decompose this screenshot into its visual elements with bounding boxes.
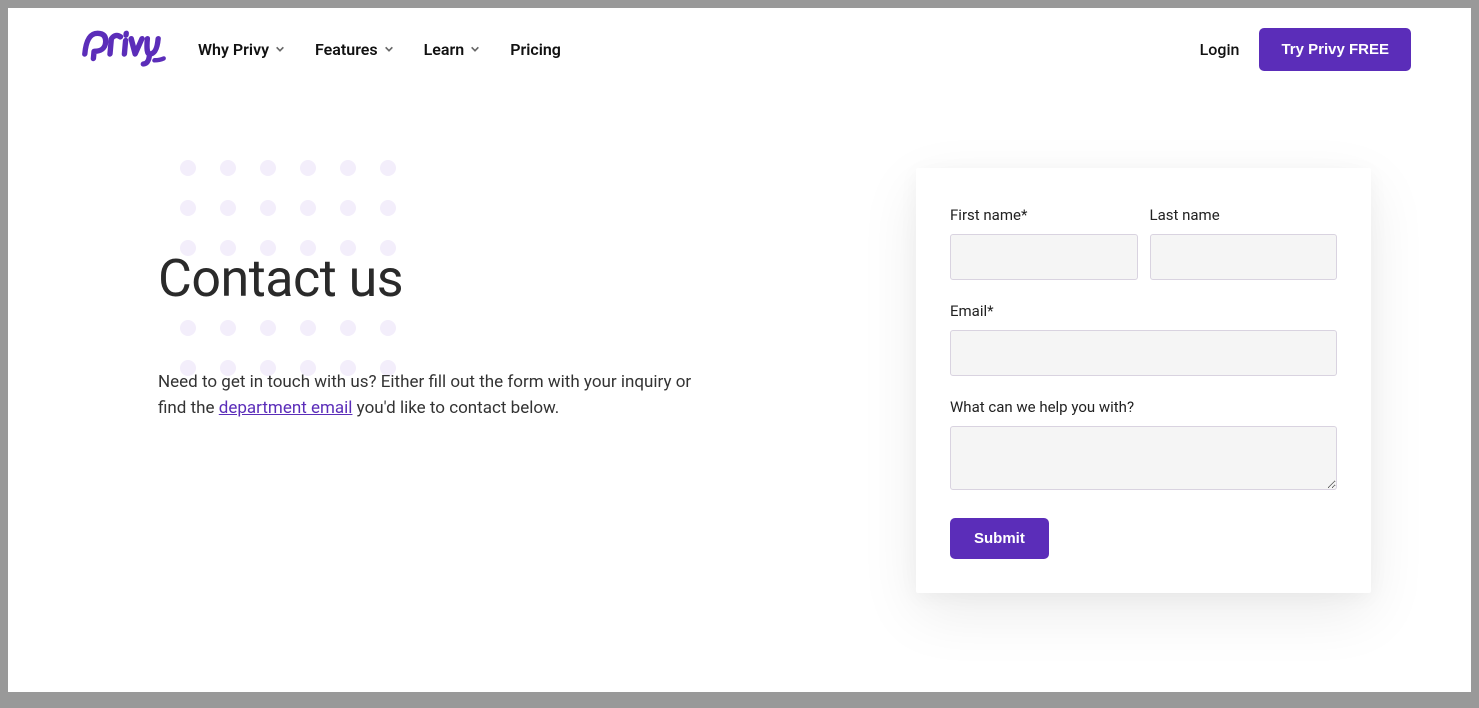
- intro-text: Need to get in touch with us? Either fil…: [158, 369, 718, 422]
- nav-features[interactable]: Features: [315, 40, 394, 59]
- try-free-button[interactable]: Try Privy FREE: [1259, 28, 1411, 71]
- site-header: Why Privy Features Learn Pricing Login T…: [8, 8, 1471, 78]
- email-group: Email*: [950, 302, 1337, 376]
- nav-label: Learn: [424, 40, 465, 59]
- nav-label: Features: [315, 40, 378, 59]
- message-label: What can we help you with?: [950, 398, 1337, 416]
- hero-left: Contact us Need to get in touch with us?…: [158, 188, 856, 593]
- last-name-label: Last name: [1150, 206, 1338, 224]
- nav-why-privy[interactable]: Why Privy: [198, 40, 285, 59]
- email-input[interactable]: [950, 330, 1337, 376]
- last-name-input[interactable]: [1150, 234, 1338, 280]
- last-name-group: Last name: [1150, 206, 1338, 280]
- nav-pricing[interactable]: Pricing: [510, 40, 561, 59]
- main-content: Contact us Need to get in touch with us?…: [8, 78, 1471, 593]
- chevron-down-icon: [384, 44, 394, 54]
- page-title: Contact us: [158, 248, 856, 309]
- email-label: Email*: [950, 302, 1337, 320]
- nav-label: Why Privy: [198, 40, 269, 59]
- nav-learn[interactable]: Learn: [424, 40, 481, 59]
- contact-form-card: First name* Last name Email* What can we…: [916, 168, 1371, 593]
- message-textarea[interactable]: [950, 426, 1337, 490]
- first-name-label: First name*: [950, 206, 1138, 224]
- nav-label: Pricing: [510, 40, 561, 59]
- chevron-down-icon: [275, 44, 285, 54]
- first-name-group: First name*: [950, 206, 1138, 280]
- message-group: What can we help you with?: [950, 398, 1337, 490]
- header-right: Login Try Privy FREE: [1200, 28, 1411, 71]
- department-email-link[interactable]: department email: [219, 398, 353, 418]
- login-link[interactable]: Login: [1200, 40, 1240, 59]
- submit-button[interactable]: Submit: [950, 518, 1049, 559]
- main-nav: Why Privy Features Learn Pricing: [198, 40, 561, 59]
- chevron-down-icon: [470, 44, 480, 54]
- intro-part2: you'd like to contact below.: [352, 398, 559, 418]
- brand-logo[interactable]: [75, 20, 170, 79]
- first-name-input[interactable]: [950, 234, 1138, 280]
